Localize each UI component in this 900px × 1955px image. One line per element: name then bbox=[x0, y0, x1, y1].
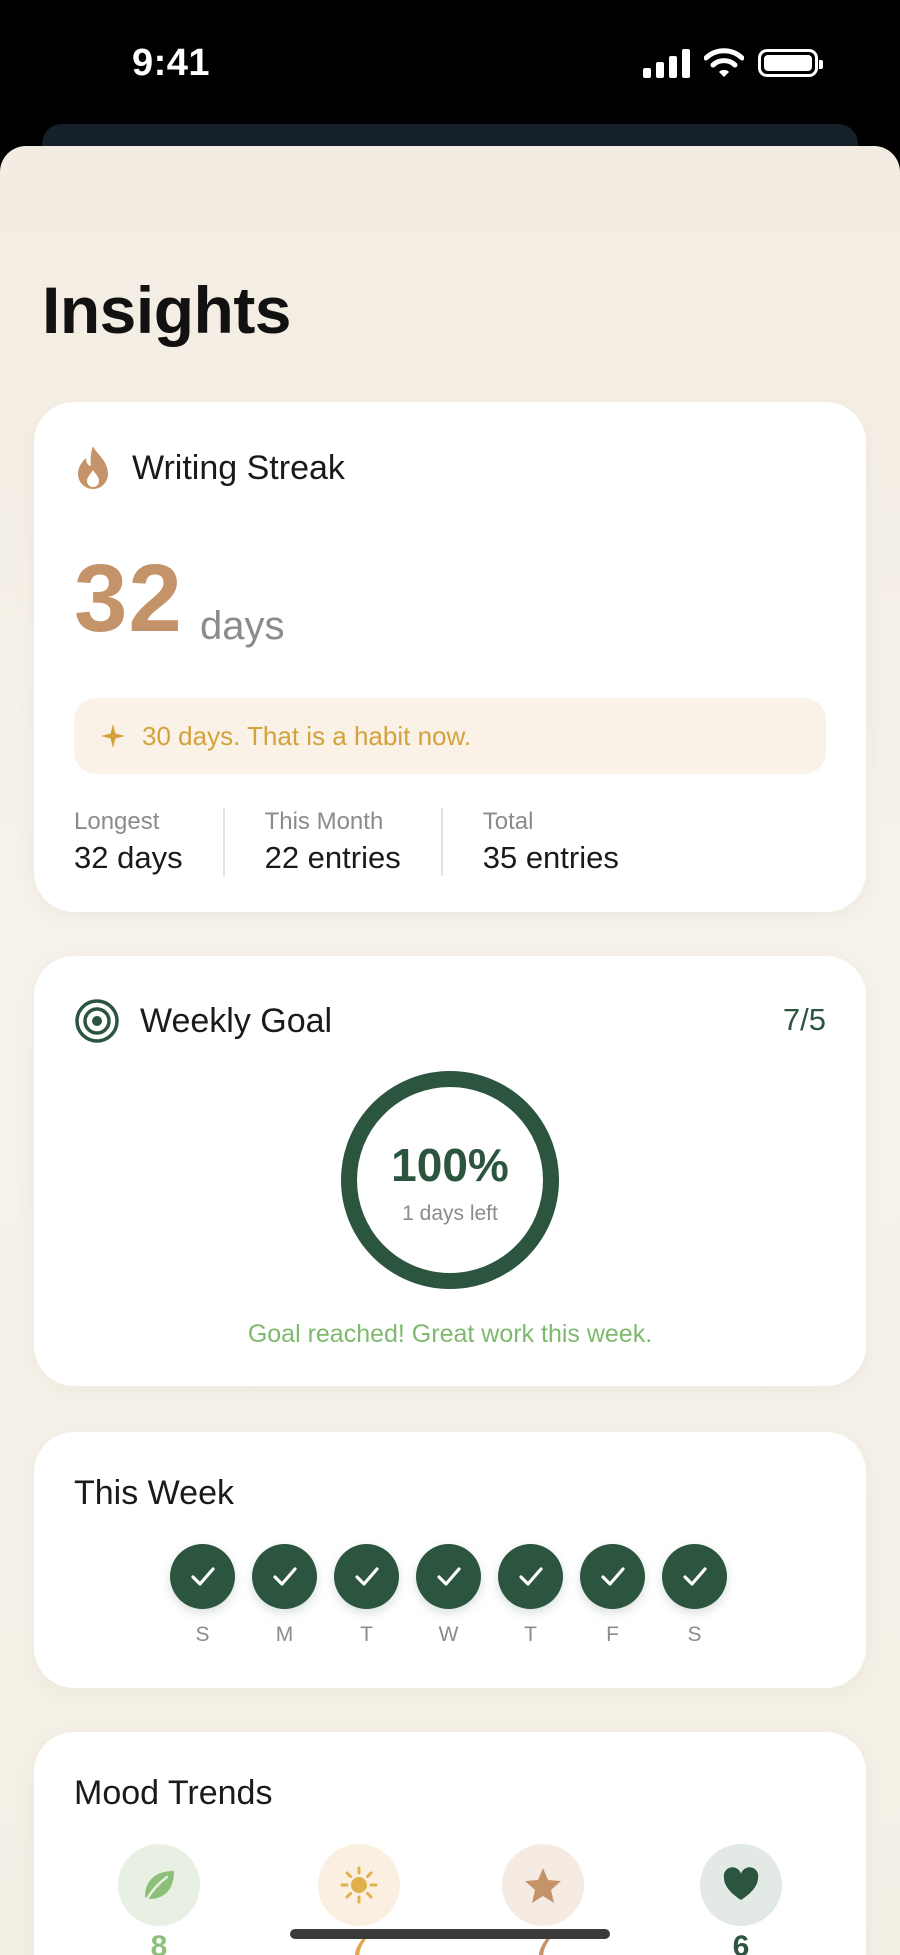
target-icon bbox=[75, 999, 119, 1043]
mood-calm[interactable] bbox=[118, 1844, 200, 1926]
sparkle-icon bbox=[101, 724, 125, 748]
day-label: T bbox=[360, 1623, 373, 1646]
battery-icon bbox=[758, 49, 823, 77]
day-label: W bbox=[438, 1623, 459, 1646]
streak-unit: days bbox=[200, 604, 285, 648]
stat-this-month: This Month 22 entries bbox=[222, 808, 441, 876]
goal-title: Weekly Goal bbox=[140, 1001, 333, 1040]
day-check bbox=[416, 1544, 481, 1609]
day-label: S bbox=[687, 1623, 702, 1646]
stat-label: This Month bbox=[264, 808, 384, 835]
checkmark-icon bbox=[354, 1566, 379, 1586]
mood-grateful[interactable] bbox=[700, 1844, 782, 1926]
heart-icon bbox=[723, 1867, 759, 1900]
day-check bbox=[662, 1544, 727, 1609]
week-title: This Week bbox=[74, 1474, 234, 1512]
stat-label: Total bbox=[482, 808, 534, 835]
checkmark-icon bbox=[272, 1566, 297, 1586]
goal-count: 7/5 bbox=[782, 1002, 826, 1037]
star-icon bbox=[525, 1868, 561, 1903]
stat-longest: Longest 32 days bbox=[74, 808, 223, 876]
goal-percent: 100% bbox=[391, 1139, 509, 1191]
mood-title: Mood Trends bbox=[74, 1774, 273, 1812]
cellular-signal-icon bbox=[643, 48, 690, 78]
insights-sheet[interactable]: Insights Writing Streak 32 days 30 days.… bbox=[0, 146, 900, 1955]
goal-message: Goal reached! Great work this week. bbox=[247, 1320, 653, 1348]
stat-total: Total 35 entries bbox=[440, 808, 659, 876]
goal-progress-ring: 100% 1 days left bbox=[340, 1070, 560, 1290]
day-label: T bbox=[524, 1623, 537, 1646]
streak-count: 32 bbox=[74, 545, 183, 652]
checkmark-icon bbox=[190, 1566, 215, 1586]
sun-icon bbox=[340, 1866, 378, 1904]
weekly-goal-card[interactable]: Weekly Goal 7/5 100% 1 days left Goal re… bbox=[34, 956, 866, 1386]
flame-icon bbox=[78, 446, 108, 489]
checkmark-icon bbox=[518, 1566, 543, 1586]
day-label: S bbox=[195, 1623, 210, 1646]
wifi-icon bbox=[704, 48, 744, 77]
streak-stats: Longest 32 days This Month 22 entries To… bbox=[74, 808, 659, 876]
day-check bbox=[334, 1544, 399, 1609]
day-label: M bbox=[275, 1623, 294, 1646]
leaf-icon bbox=[145, 1871, 174, 1901]
week-days: S M T W T F S bbox=[170, 1544, 727, 1647]
day-label: F bbox=[606, 1623, 619, 1646]
goal-days-left: 1 days left bbox=[402, 1202, 498, 1225]
day-item[interactable]: M bbox=[252, 1544, 317, 1647]
mood-trends-card[interactable]: Mood Trends 8 7 7 6 bbox=[34, 1732, 866, 1955]
habit-banner: 30 days. That is a habit now. bbox=[74, 698, 826, 774]
mood-proud[interactable] bbox=[502, 1844, 584, 1926]
habit-banner-text: 30 days. That is a habit now. bbox=[142, 720, 472, 751]
day-check bbox=[580, 1544, 645, 1609]
streak-header: Writing Streak bbox=[74, 444, 345, 492]
day-item[interactable]: S bbox=[170, 1544, 235, 1647]
stat-value: 35 entries bbox=[482, 840, 619, 875]
this-week-card[interactable]: This Week S M T W T F S bbox=[34, 1432, 866, 1688]
status-time: 9:41 bbox=[132, 42, 211, 84]
day-check bbox=[170, 1544, 235, 1609]
mood-calm-count: 8 bbox=[150, 1930, 168, 1955]
status-bar: 9:41 bbox=[0, 0, 900, 130]
day-check bbox=[252, 1544, 317, 1609]
stat-value: 32 days bbox=[74, 840, 183, 875]
checkmark-icon bbox=[436, 1566, 461, 1586]
day-check bbox=[498, 1544, 563, 1609]
day-item[interactable]: S bbox=[662, 1544, 727, 1647]
day-item[interactable]: T bbox=[498, 1544, 563, 1647]
status-icons bbox=[643, 48, 823, 78]
mood-happy[interactable] bbox=[318, 1844, 400, 1926]
page-title: Insights bbox=[42, 273, 292, 347]
writing-streak-card[interactable]: Writing Streak 32 days 30 days. That is … bbox=[34, 402, 866, 912]
streak-title: Writing Streak bbox=[132, 448, 345, 487]
stat-label: Longest bbox=[74, 808, 160, 835]
day-item[interactable]: T bbox=[334, 1544, 399, 1647]
stat-value: 22 entries bbox=[264, 840, 401, 875]
checkmark-icon bbox=[682, 1566, 707, 1586]
day-item[interactable]: W bbox=[416, 1544, 481, 1647]
day-item[interactable]: F bbox=[580, 1544, 645, 1647]
checkmark-icon bbox=[600, 1566, 625, 1586]
mood-grateful-count: 6 bbox=[732, 1930, 750, 1955]
home-indicator[interactable] bbox=[290, 1929, 610, 1939]
goal-header: Weekly Goal bbox=[74, 998, 332, 1044]
